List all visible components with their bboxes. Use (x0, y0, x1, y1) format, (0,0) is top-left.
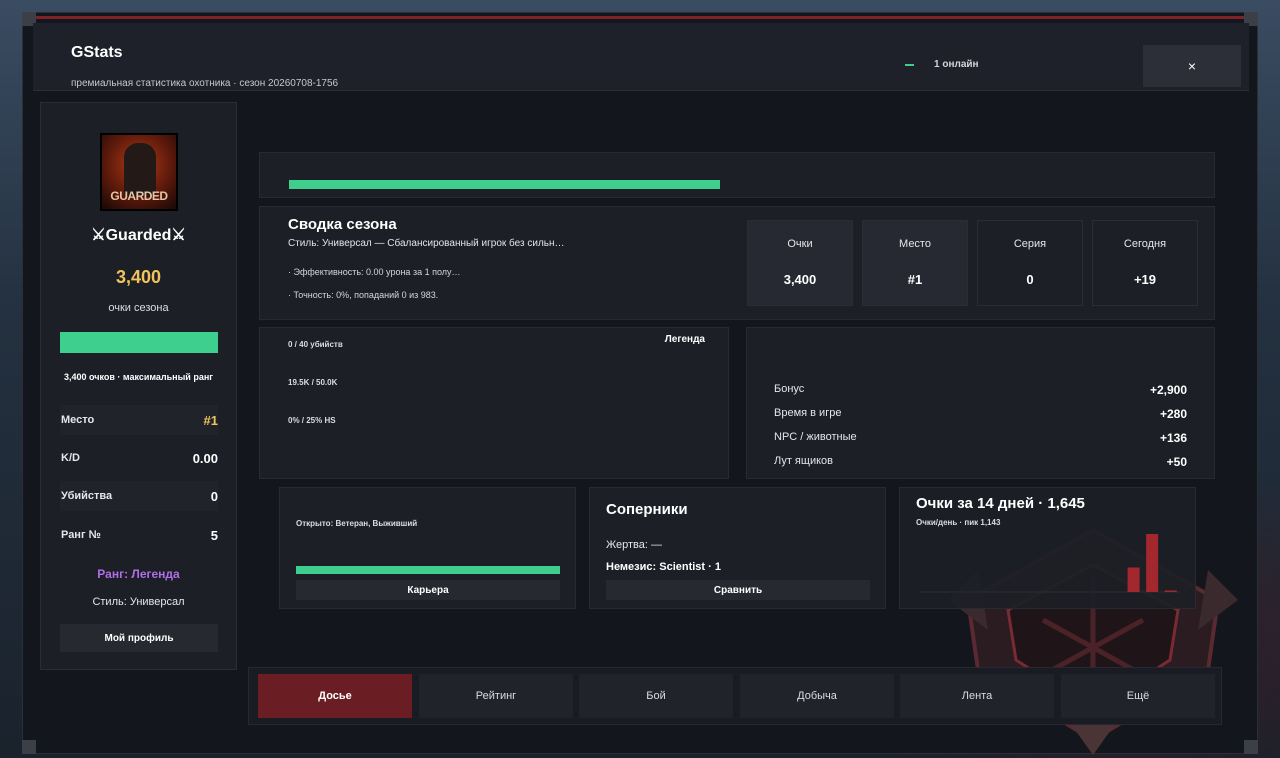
stat-label: K/D (61, 452, 80, 464)
header: GStats премиальная статистика охотника ·… (33, 23, 1249, 91)
breakdown-value: +50 (1166, 455, 1187, 469)
tile-value: 3,400 (783, 272, 817, 287)
season-summary-panel: Сводка сезона Стиль: Универсал — Сбаланс… (259, 206, 1215, 320)
rivals-title: Соперники (606, 501, 688, 518)
compare-button[interactable]: Сравнить (606, 580, 870, 600)
stat-label: Место (61, 414, 95, 426)
corner-decoration (22, 740, 36, 754)
tile-value: 0 (1026, 272, 1034, 287)
summary-tile-today: Сегодня +19 (1092, 220, 1198, 306)
season-points: 3,400 (115, 267, 162, 287)
breakdown-value: +2,900 (1149, 383, 1187, 397)
chart-bar (1146, 534, 1159, 592)
summary-accuracy: · Точность: 0%, попаданий 0 из 983. (288, 290, 439, 300)
tile-value: +19 (1133, 272, 1157, 287)
summary-efficiency: · Эффективность: 0.00 урона за 1 полу… (288, 267, 461, 277)
rivals-victim: Жертва: — (606, 539, 663, 551)
online-count: 1 онлайн (934, 59, 979, 70)
close-button[interactable]: × (1143, 45, 1241, 87)
tile-value: #1 (907, 272, 923, 287)
online-status: 1 онлайн (905, 59, 979, 70)
breakdown-row: Бонус +2,900 (774, 383, 1187, 397)
player-name: ⚔Guarded⚔ (91, 227, 186, 244)
breakdown-label: Лут ящиков (774, 455, 833, 467)
rivals-panel: Соперники Жертва: — Немезис: Scientist ·… (589, 487, 886, 609)
tab-feed[interactable]: Лента (900, 674, 1054, 718)
app-title: GStats (71, 44, 123, 61)
avatar-text: GUARDED (110, 189, 168, 203)
stat-row-kd: K/D 0.00 (60, 443, 218, 473)
summary-tile-place: Место #1 (862, 220, 968, 306)
tab-loot[interactable]: Добыча (740, 674, 894, 718)
breakdown-value: +136 (1159, 431, 1187, 445)
goal-headshots: 0% / 25% HS (288, 416, 336, 425)
stat-value: 0 (210, 488, 218, 504)
goal-rank-badge: Легенда (664, 334, 705, 345)
rank-progress-text: 3,400 очков · максимальный ранг (63, 372, 214, 382)
summary-title: Сводка сезона (288, 216, 397, 233)
season-points-label: очки сезона (108, 302, 169, 314)
tile-label: Место (899, 238, 931, 250)
rank-name: Ранг: Легенда (97, 567, 180, 581)
tile-label: Серия (1013, 238, 1047, 250)
avatar[interactable]: GUARDED (100, 133, 178, 211)
play-style: Стиль: Универсал (92, 596, 185, 608)
stat-row-place: Место #1 (60, 405, 218, 435)
breakdown-label: Бонус (774, 383, 805, 395)
summary-style: Стиль: Универсал — Сбалансированный игро… (288, 238, 565, 249)
chart-bar (1164, 590, 1177, 592)
season-progress-panel (259, 152, 1215, 198)
tile-label: Сегодня (1123, 238, 1167, 250)
career-panel: Открыто: Ветеран, Выживший Карьера (279, 487, 576, 609)
stat-label: Ранг № (61, 529, 101, 541)
tile-label: Очки (787, 238, 813, 250)
stat-value: 5 (210, 527, 218, 543)
tab-rating[interactable]: Рейтинг (419, 674, 573, 718)
goal-kills: 0 / 40 убийств (288, 340, 343, 349)
online-indicator-icon (905, 63, 914, 66)
breakdown-label: Время в игре (774, 407, 842, 419)
tab-dossier[interactable]: Досье (258, 674, 412, 718)
profile-sidebar: GUARDED ⚔Guarded⚔ 3,400 очки сезона 3,40… (40, 102, 237, 670)
career-button[interactable]: Карьера (296, 580, 560, 600)
points-bar-chart (920, 534, 1180, 593)
stat-row-rank-number: Ранг № 5 (60, 520, 218, 550)
goal-points: 19.5K / 50.0K (288, 378, 338, 387)
stat-label: Убийства (61, 490, 113, 502)
breakdown-row: Время в игре +280 (774, 407, 1187, 421)
my-profile-button[interactable]: Мой профиль (60, 624, 218, 652)
career-progress-bar (296, 566, 560, 574)
goals-panel: Легенда 0 / 40 убийств 19.5K / 50.0K 0% … (259, 327, 729, 479)
summary-tile-streak: Серия 0 (977, 220, 1083, 306)
tab-more[interactable]: Ещё (1061, 674, 1215, 718)
summary-tile-points: Очки 3,400 (747, 220, 853, 306)
breakdown-value: +280 (1159, 407, 1187, 421)
rivals-nemesis: Немезис: Scientist · 1 (606, 561, 721, 573)
stat-row-kills: Убийства 0 (60, 481, 218, 511)
breakdown-row: Лут ящиков +50 (774, 455, 1187, 469)
points-chart-panel: Очки за 14 дней · 1,645 Очки/день · пик … (899, 487, 1196, 609)
rank-progress-fill (60, 332, 218, 353)
points-breakdown-panel: Бонус +2,900 Время в игре +280 NPC / жив… (746, 327, 1215, 479)
stat-value: 0.00 (192, 450, 218, 466)
chart-bar (1127, 567, 1140, 592)
stat-value: #1 (203, 412, 218, 428)
tab-combat[interactable]: Бой (579, 674, 733, 718)
rank-progress-bar (60, 332, 218, 353)
breakdown-label: NPC / животные (774, 431, 857, 443)
tab-bar: Досье Рейтинг Бой Добыча Лента Ещё (248, 667, 1222, 725)
corner-decoration (1244, 740, 1258, 754)
window-accent-line (35, 16, 1245, 19)
career-unlocked: Открыто: Ветеран, Выживший (296, 519, 418, 528)
breakdown-row: NPC / животные +136 (774, 431, 1187, 445)
app-subtitle: премиальная статистика охотника · сезон … (71, 78, 339, 89)
season-progress-bar (289, 180, 720, 189)
